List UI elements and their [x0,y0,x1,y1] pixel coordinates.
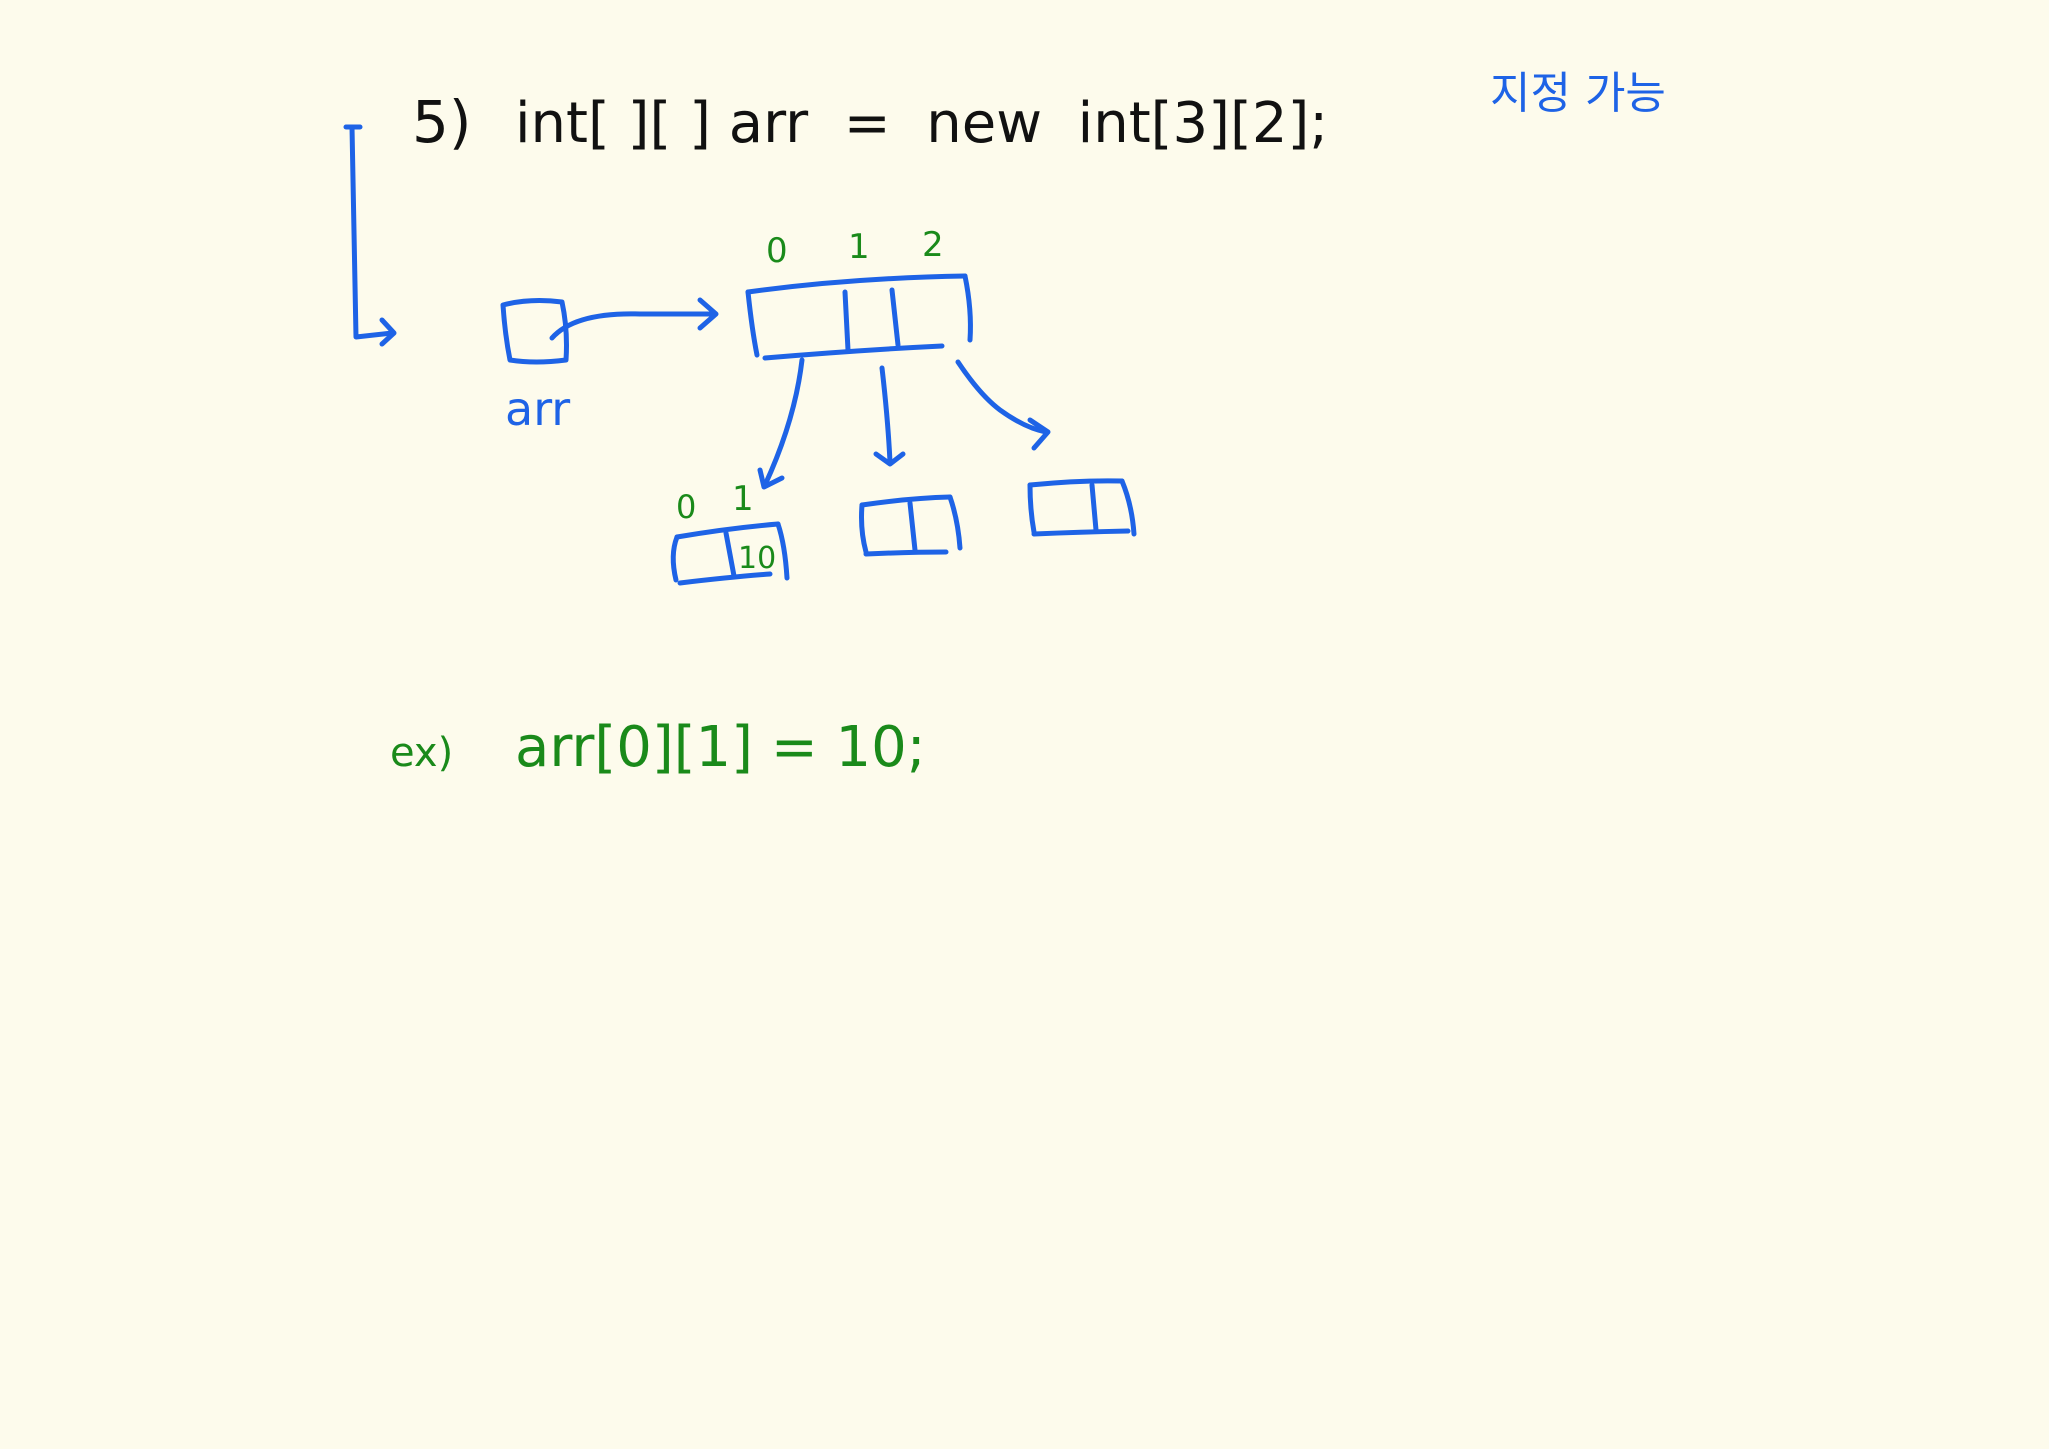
inner-array-2 [1027,478,1137,537]
inner-index-0: 0 [676,488,696,526]
outer-index-2: 2 [922,225,944,265]
heading-note: 지정 가능 [1490,68,1666,119]
outer-index-0: 0 [766,231,788,271]
row-arrow-1 [873,365,906,467]
example-code: arr[0][1] = 10; [515,715,926,780]
outer-array-box [745,273,973,361]
heading-number: 5) [412,88,472,156]
inner-index-1: 1 [732,479,754,519]
inner-array-1 [859,494,963,557]
diagram-svg: 5) int[ ][ ] arr = new int[3][2]; 지정 가능 … [343,68,1666,780]
note-canvas: 5) int[ ][ ] arr = new int[3][2]; 지정 가능 … [0,0,2049,1449]
inner-value: 10 [738,541,776,576]
outer-index-1: 1 [848,227,870,267]
heading-code: int[ ][ ] arr = new int[3][2]; [515,91,1328,156]
arr-variable-label: arr [505,382,570,436]
reference-arrow [549,297,719,341]
bracket-arrow [343,124,397,347]
row-arrow-2 [955,359,1051,451]
example-prefix: ex) [390,730,453,776]
row-arrow-0 [757,357,805,490]
